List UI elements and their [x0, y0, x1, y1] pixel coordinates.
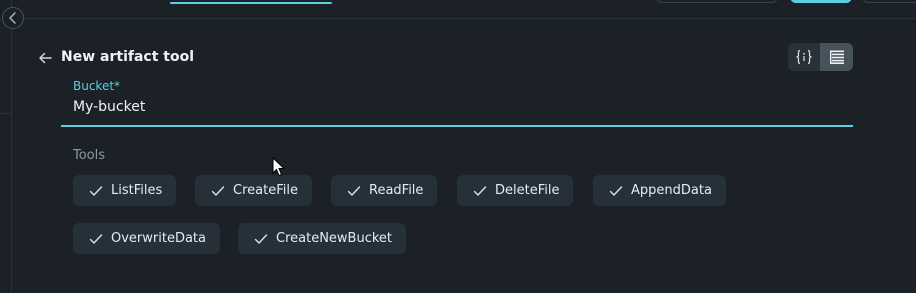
back-button[interactable] — [36, 49, 54, 67]
tool-chip-readfile[interactable]: ReadFile — [331, 175, 438, 206]
view-mode-toggle — [788, 43, 853, 71]
form-view-button[interactable] — [820, 43, 853, 71]
tool-chip-createfile[interactable]: CreateFile — [195, 175, 312, 206]
artifact-tool-editor: New artifact tool Bucket* My-bucket Tool… — [0, 0, 916, 293]
check-icon — [89, 233, 103, 244]
check-icon — [473, 185, 487, 196]
bucket-input[interactable]: My-bucket — [73, 98, 145, 116]
top-bar — [0, 0, 916, 19]
json-view-icon — [796, 49, 812, 65]
tools-label: Tools — [73, 148, 106, 163]
chevron-left-icon — [9, 12, 16, 24]
tool-chip-listfiles[interactable]: ListFiles — [73, 175, 177, 206]
tool-chip-label: AppendData — [631, 183, 712, 198]
mouse-cursor-icon — [272, 157, 286, 177]
arrow-left-icon — [39, 52, 52, 64]
bucket-field-label: Bucket* — [73, 79, 121, 93]
check-icon — [89, 185, 103, 196]
left-rail — [0, 0, 12, 293]
bucket-input-underline — [61, 125, 853, 127]
check-icon — [211, 185, 225, 196]
check-icon — [609, 185, 623, 196]
tool-chip-createnewbucket[interactable]: CreateNewBucket — [238, 223, 407, 254]
tool-chip-label: CreateNewBucket — [276, 231, 393, 246]
tool-chip-deletefile[interactable]: DeleteFile — [457, 175, 574, 206]
tool-chip-label: ReadFile — [369, 183, 424, 198]
page-title: New artifact tool — [61, 49, 194, 65]
check-icon — [347, 185, 361, 196]
json-view-button[interactable] — [788, 43, 820, 71]
active-tab-indicator — [170, 2, 332, 4]
collapse-sidebar-button[interactable] — [2, 7, 24, 29]
top-primary-button[interactable] — [790, 0, 852, 3]
tool-chip-label: ListFiles — [111, 183, 163, 198]
top-tertiary-button[interactable] — [862, 0, 916, 3]
form-view-icon — [829, 50, 844, 64]
tool-chip-label: OverwriteData — [111, 231, 206, 246]
tool-chip-label: CreateFile — [233, 183, 298, 198]
check-icon — [254, 233, 268, 244]
tool-chip-appenddata[interactable]: AppendData — [593, 175, 726, 206]
rail-divider — [0, 113, 12, 114]
top-secondary-button[interactable] — [656, 0, 778, 3]
tool-chip-overwritedata[interactable]: OverwriteData — [73, 223, 220, 254]
tool-chip-label: DeleteFile — [495, 183, 560, 198]
